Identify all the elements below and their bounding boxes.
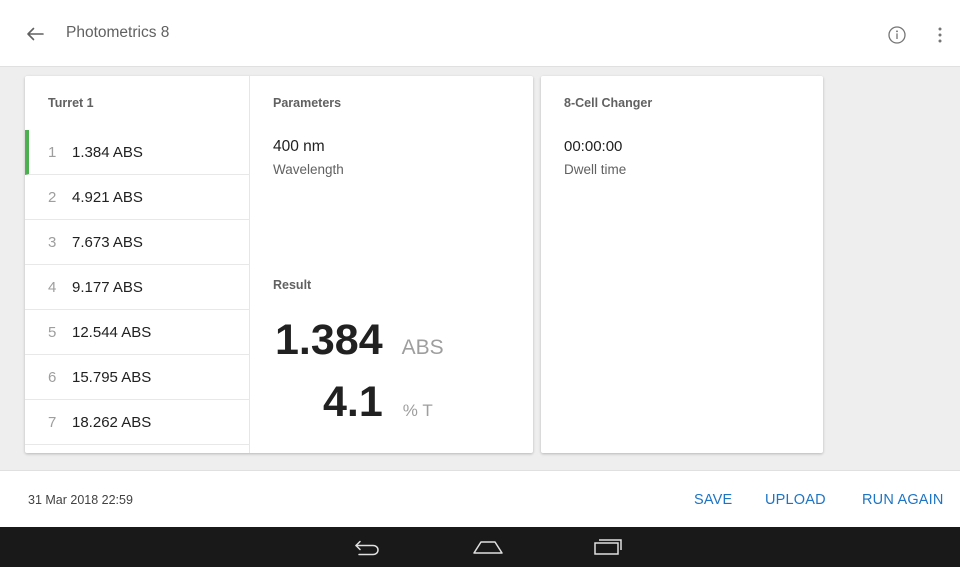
result-abs-value: 1.384 bbox=[275, 316, 383, 364]
info-icon bbox=[888, 26, 906, 44]
turret-item-value: 1.384 ABS bbox=[72, 143, 143, 161]
save-button[interactable]: SAVE bbox=[694, 492, 732, 508]
result-abs-unit: ABS bbox=[401, 336, 444, 359]
app-bar: Photometrics 8 bbox=[0, 0, 960, 67]
nav-back-icon bbox=[355, 540, 379, 556]
turret-item-value: 9.177 ABS bbox=[72, 278, 143, 296]
turret-item-value: 4.921 ABS bbox=[72, 188, 143, 206]
turret-item-index: 1 bbox=[48, 143, 57, 161]
turret-item-value: 12.544 ABS bbox=[72, 323, 152, 341]
page-title: Photometrics 8 bbox=[66, 24, 170, 41]
turret-item-4[interactable]: 4 9.177 ABS bbox=[25, 265, 250, 310]
system-nav-bar bbox=[0, 527, 960, 567]
more-vert-icon bbox=[938, 27, 942, 43]
result-abs: 1.384 ABS bbox=[275, 316, 444, 365]
changer-title: 8-Cell Changer bbox=[564, 96, 653, 110]
upload-button[interactable]: UPLOAD bbox=[765, 492, 826, 508]
result-t-value: 4.1 bbox=[323, 378, 383, 426]
turret-item-index: 5 bbox=[48, 323, 57, 341]
turret-item-6[interactable]: 6 15.795 ABS bbox=[25, 355, 250, 400]
turret-panel: Turret 1 1 1.384 ABS 2 4.921 ABS 3 7.673 ABS 4… bbox=[25, 76, 250, 453]
result-t-unit: % T bbox=[402, 401, 433, 420]
turret-item-index: 6 bbox=[48, 368, 57, 386]
turret-item-index: 3 bbox=[48, 233, 57, 251]
turret-item-1[interactable]: 1 1.384 ABS bbox=[25, 130, 250, 175]
turret-item-3[interactable]: 3 7.673 ABS bbox=[25, 220, 250, 265]
turret-list: 1 1.384 ABS 2 4.921 ABS 3 7.673 ABS 4 9.177 ABS… bbox=[25, 130, 250, 445]
dwell-time-label: Dwell time bbox=[564, 162, 627, 177]
turret-item-index: 7 bbox=[48, 413, 57, 431]
nav-home-icon bbox=[473, 541, 503, 554]
turret-item-5[interactable]: 5 12.544 ABS bbox=[25, 310, 250, 355]
nav-recents-button[interactable] bbox=[586, 533, 630, 561]
parameters-title: Parameters bbox=[273, 96, 342, 110]
turret-item-value: 15.795 ABS bbox=[72, 368, 152, 386]
dwell-time-value: 00:00:00 bbox=[564, 138, 623, 155]
more-options-button[interactable] bbox=[930, 22, 950, 48]
turret-item-value: 7.673 ABS bbox=[72, 233, 143, 251]
turret-item-index: 2 bbox=[48, 188, 57, 206]
turret-item-2[interactable]: 2 4.921 ABS bbox=[25, 175, 250, 220]
back-button[interactable] bbox=[20, 20, 50, 48]
wavelength-value: 400 nm bbox=[273, 138, 325, 155]
run-again-button[interactable]: RUN AGAIN bbox=[862, 492, 944, 508]
nav-back-button[interactable] bbox=[346, 533, 390, 561]
turret-title: Turret 1 bbox=[48, 96, 94, 110]
nav-home-button[interactable] bbox=[466, 533, 510, 561]
bottom-bar: 31 Mar 2018 22:59 SAVE UPLOAD RUN AGAIN bbox=[0, 470, 960, 527]
turret-item-index: 4 bbox=[48, 278, 57, 296]
result-transmittance: 4.1 % T bbox=[323, 378, 433, 427]
parameters-panel: Parameters 400 nm Wavelength Result 1.38… bbox=[250, 76, 533, 453]
timestamp: 31 Mar 2018 22:59 bbox=[28, 493, 133, 507]
wavelength-label: Wavelength bbox=[273, 162, 344, 177]
nav-recents-icon bbox=[594, 539, 622, 555]
info-button[interactable] bbox=[884, 22, 910, 48]
turret-item-7[interactable]: 7 18.262 ABS bbox=[25, 400, 250, 445]
measurement-card: Turret 1 1 1.384 ABS 2 4.921 ABS 3 7.673 ABS 4… bbox=[25, 76, 533, 453]
result-title: Result bbox=[273, 278, 312, 292]
turret-item-value: 18.262 ABS bbox=[72, 413, 152, 431]
cell-changer-card: 8-Cell Changer 00:00:00 Dwell time bbox=[541, 76, 823, 453]
arrow-back-icon bbox=[27, 27, 44, 41]
